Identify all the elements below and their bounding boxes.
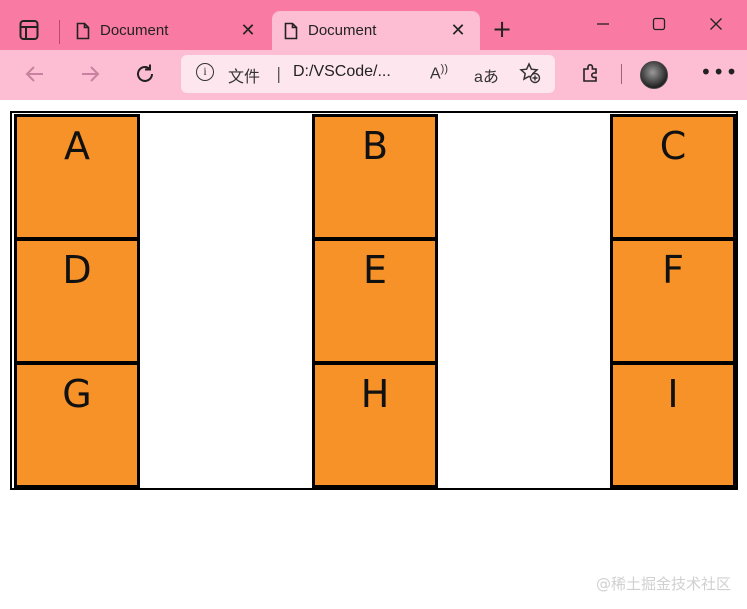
- close-tab-icon[interactable]: ✕: [448, 20, 468, 41]
- tab-actions-icon[interactable]: [19, 19, 39, 41]
- maximize-icon[interactable]: [652, 16, 666, 35]
- page-icon: [76, 22, 90, 39]
- grid-cell: D: [14, 238, 140, 364]
- toolbar-divider: [621, 64, 622, 84]
- forward-icon[interactable]: [78, 62, 102, 92]
- tab-title: Document: [100, 22, 169, 39]
- grid-cell: H: [312, 362, 438, 488]
- tab-document-2[interactable]: Document ✕: [272, 11, 480, 50]
- close-window-icon[interactable]: [709, 16, 723, 35]
- page-icon: [284, 22, 298, 39]
- grid-cell: G: [14, 362, 140, 488]
- grid-container: A B C D E F G H I: [10, 111, 738, 490]
- grid-cell: F: [610, 238, 736, 364]
- address-url[interactable]: D:/VSCode/...: [293, 63, 391, 81]
- minimize-icon[interactable]: [596, 16, 610, 35]
- watermark: @稀土掘金技术社区: [595, 575, 731, 593]
- add-favorite-icon[interactable]: [519, 62, 541, 89]
- address-divider: |: [276, 64, 282, 83]
- tab-divider: [59, 20, 60, 44]
- refresh-icon[interactable]: [133, 62, 157, 92]
- new-tab-icon[interactable]: +: [492, 17, 512, 41]
- grid-cell: C: [610, 114, 736, 240]
- profile-avatar[interactable]: [640, 61, 668, 89]
- info-icon[interactable]: i: [196, 63, 214, 81]
- read-aloud-icon[interactable]: A)): [430, 63, 448, 83]
- grid-cell: A: [14, 114, 140, 240]
- more-options-icon[interactable]: •••: [700, 60, 738, 84]
- translate-icon[interactable]: aあ: [474, 63, 499, 87]
- tab-title: Document: [308, 22, 377, 39]
- grid-cell: B: [312, 114, 438, 240]
- extensions-icon[interactable]: [580, 62, 602, 88]
- grid-cell: E: [312, 238, 438, 364]
- back-icon[interactable]: [23, 62, 47, 92]
- address-scheme-label: 文件: [228, 67, 261, 86]
- close-tab-icon[interactable]: ✕: [238, 20, 258, 41]
- tab-document-1[interactable]: Document ✕: [64, 11, 270, 50]
- grid-cell: I: [610, 362, 736, 488]
